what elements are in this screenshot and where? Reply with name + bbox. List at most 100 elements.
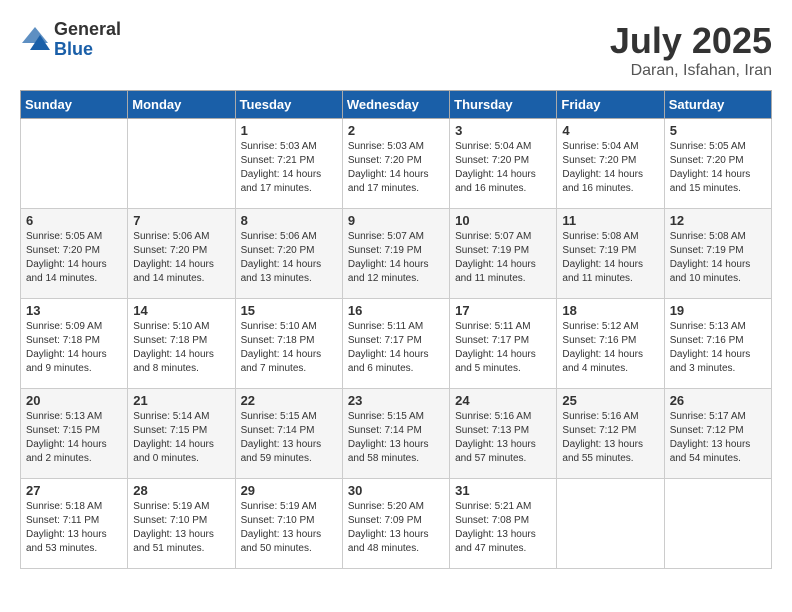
calendar-cell: 27Sunrise: 5:18 AMSunset: 7:11 PMDayligh… <box>21 479 128 569</box>
day-detail: Sunrise: 5:20 AMSunset: 7:09 PMDaylight:… <box>348 500 444 556</box>
day-detail: Sunrise: 5:05 AMSunset: 7:20 PMDaylight:… <box>26 230 122 286</box>
calendar-header: SundayMondayTuesdayWednesdayThursdayFrid… <box>21 91 772 119</box>
calendar-cell: 16 Sunrise: 5:11 AMSunset: 7:17 PMDayligh… <box>342 299 449 389</box>
day-number: 15 <box>241 303 337 318</box>
calendar-table: SundayMondayTuesdayWednesdayThursdayFrid… <box>20 90 772 569</box>
day-number: 24 <box>455 393 551 408</box>
day-number: 13 <box>26 303 122 318</box>
calendar-week-row: 27Sunrise: 5:18 AMSunset: 7:11 PMDayligh… <box>21 479 772 569</box>
logo-blue-text: Blue <box>54 40 121 60</box>
day-detail: Sunrise: 5:08 AMSunset: 7:19 PMDaylight:… <box>670 230 766 286</box>
logo: General Blue <box>20 20 121 60</box>
day-detail: Sunrise: 5:04 AMSunset: 7:20 PMDaylight:… <box>562 140 658 196</box>
day-number: 18 <box>562 303 658 318</box>
day-number: 25 <box>562 393 658 408</box>
day-detail: Sunrise: 5:10 AMSunset: 7:18 PMDaylight:… <box>133 320 229 376</box>
day-header-thursday: Thursday <box>450 91 557 119</box>
calendar-cell: 23Sunrise: 5:15 AMSunset: 7:14 PMDayligh… <box>342 389 449 479</box>
day-number: 14 <box>133 303 229 318</box>
day-number: 19 <box>670 303 766 318</box>
day-number: 10 <box>455 213 551 228</box>
calendar-cell: 31 Sunrise: 5:21 AMSunset: 7:08 PMDayligh… <box>450 479 557 569</box>
day-number: 26 <box>670 393 766 408</box>
day-number: 30 <box>348 483 444 498</box>
day-detail: Sunrise: 5:16 AMSunset: 7:12 PMDaylight:… <box>562 410 658 466</box>
day-detail: Sunrise: 5:10 AMSunset: 7:18 PMDaylight:… <box>241 320 337 376</box>
day-number: 3 <box>455 123 551 138</box>
day-detail: Sunrise: 5:05 AMSunset: 7:20 PMDaylight:… <box>670 140 766 196</box>
day-detail: Sunrise: 5:12 AMSunset: 7:16 PMDaylight:… <box>562 320 658 376</box>
calendar-cell: 4 Sunrise: 5:04 AMSunset: 7:20 PMDaylight… <box>557 119 664 209</box>
days-of-week-row: SundayMondayTuesdayWednesdayThursdayFrid… <box>21 91 772 119</box>
day-detail: Sunrise: 5:03 AMSunset: 7:21 PMDaylight:… <box>241 140 337 196</box>
calendar-cell: 12 Sunrise: 5:08 AMSunset: 7:19 PMDayligh… <box>664 209 771 299</box>
day-number: 16 <box>348 303 444 318</box>
day-detail: Sunrise: 5:09 AMSunset: 7:18 PMDaylight:… <box>26 320 122 376</box>
calendar-cell: 29 Sunrise: 5:19 AMSunset: 7:10 PMDayligh… <box>235 479 342 569</box>
calendar-cell: 7 Sunrise: 5:06 AMSunset: 7:20 PMDaylight… <box>128 209 235 299</box>
calendar-cell: 6 Sunrise: 5:05 AMSunset: 7:20 PMDaylight… <box>21 209 128 299</box>
calendar-cell: 3Sunrise: 5:04 AMSunset: 7:20 PMDaylight… <box>450 119 557 209</box>
calendar-cell: 22 Sunrise: 5:15 AMSunset: 7:14 PMDayligh… <box>235 389 342 479</box>
day-number: 7 <box>133 213 229 228</box>
calendar-cell <box>664 479 771 569</box>
calendar-cell: 30 Sunrise: 5:20 AMSunset: 7:09 PMDayligh… <box>342 479 449 569</box>
day-number: 29 <box>241 483 337 498</box>
day-number: 22 <box>241 393 337 408</box>
calendar-cell: 2 Sunrise: 5:03 AMSunset: 7:20 PMDaylight… <box>342 119 449 209</box>
day-detail: Sunrise: 5:06 AMSunset: 7:20 PMDaylight:… <box>133 230 229 286</box>
day-number: 12 <box>670 213 766 228</box>
calendar-cell: 10 Sunrise: 5:07 AMSunset: 7:19 PMDayligh… <box>450 209 557 299</box>
day-number: 21 <box>133 393 229 408</box>
calendar-cell: 26 Sunrise: 5:17 AMSunset: 7:12 PMDayligh… <box>664 389 771 479</box>
calendar-body: 1 Sunrise: 5:03 AMSunset: 7:21 PMDaylight… <box>21 119 772 569</box>
day-number: 8 <box>241 213 337 228</box>
day-detail: Sunrise: 5:14 AMSunset: 7:15 PMDaylight:… <box>133 410 229 466</box>
day-number: 20 <box>26 393 122 408</box>
calendar-cell: 13 Sunrise: 5:09 AMSunset: 7:18 PMDayligh… <box>21 299 128 389</box>
calendar-cell <box>21 119 128 209</box>
day-detail: Sunrise: 5:16 AMSunset: 7:13 PMDaylight:… <box>455 410 551 466</box>
day-detail: Sunrise: 5:03 AMSunset: 7:20 PMDaylight:… <box>348 140 444 196</box>
day-number: 4 <box>562 123 658 138</box>
calendar-week-row: 1 Sunrise: 5:03 AMSunset: 7:21 PMDaylight… <box>21 119 772 209</box>
day-detail: Sunrise: 5:07 AMSunset: 7:19 PMDaylight:… <box>348 230 444 286</box>
day-header-tuesday: Tuesday <box>235 91 342 119</box>
calendar-cell <box>557 479 664 569</box>
day-number: 1 <box>241 123 337 138</box>
day-number: 2 <box>348 123 444 138</box>
day-detail: Sunrise: 5:19 AMSunset: 7:10 PMDaylight:… <box>241 500 337 556</box>
day-number: 6 <box>26 213 122 228</box>
calendar-cell: 1 Sunrise: 5:03 AMSunset: 7:21 PMDaylight… <box>235 119 342 209</box>
day-header-sunday: Sunday <box>21 91 128 119</box>
title-block: July 2025 Daran, Isfahan, Iran <box>610 20 772 80</box>
calendar-cell: 14 Sunrise: 5:10 AMSunset: 7:18 PMDayligh… <box>128 299 235 389</box>
day-detail: Sunrise: 5:11 AMSunset: 7:17 PMDaylight:… <box>348 320 444 376</box>
day-detail: Sunrise: 5:15 AMSunset: 7:14 PMDaylight:… <box>348 410 444 466</box>
logo-general-text: General <box>54 20 121 40</box>
day-number: 17 <box>455 303 551 318</box>
calendar-cell: 8 Sunrise: 5:06 AMSunset: 7:20 PMDaylight… <box>235 209 342 299</box>
day-detail: Sunrise: 5:08 AMSunset: 7:19 PMDaylight:… <box>562 230 658 286</box>
day-header-saturday: Saturday <box>664 91 771 119</box>
day-number: 11 <box>562 213 658 228</box>
day-detail: Sunrise: 5:15 AMSunset: 7:14 PMDaylight:… <box>241 410 337 466</box>
calendar-cell: 25 Sunrise: 5:16 AMSunset: 7:12 PMDayligh… <box>557 389 664 479</box>
day-header-friday: Friday <box>557 91 664 119</box>
day-detail: Sunrise: 5:21 AMSunset: 7:08 PMDaylight:… <box>455 500 551 556</box>
day-header-monday: Monday <box>128 91 235 119</box>
day-detail: Sunrise: 5:13 AMSunset: 7:16 PMDaylight:… <box>670 320 766 376</box>
day-number: 31 <box>455 483 551 498</box>
day-number: 28 <box>133 483 229 498</box>
day-detail: Sunrise: 5:17 AMSunset: 7:12 PMDaylight:… <box>670 410 766 466</box>
day-detail: Sunrise: 5:06 AMSunset: 7:20 PMDaylight:… <box>241 230 337 286</box>
day-detail: Sunrise: 5:07 AMSunset: 7:19 PMDaylight:… <box>455 230 551 286</box>
calendar-cell: 28 Sunrise: 5:19 AMSunset: 7:10 PMDayligh… <box>128 479 235 569</box>
calendar-cell <box>128 119 235 209</box>
calendar-week-row: 6 Sunrise: 5:05 AMSunset: 7:20 PMDaylight… <box>21 209 772 299</box>
day-number: 9 <box>348 213 444 228</box>
calendar-cell: 11 Sunrise: 5:08 AMSunset: 7:19 PMDayligh… <box>557 209 664 299</box>
calendar-cell: 15 Sunrise: 5:10 AMSunset: 7:18 PMDayligh… <box>235 299 342 389</box>
day-detail: Sunrise: 5:19 AMSunset: 7:10 PMDaylight:… <box>133 500 229 556</box>
calendar-cell: 17Sunrise: 5:11 AMSunset: 7:17 PMDayligh… <box>450 299 557 389</box>
